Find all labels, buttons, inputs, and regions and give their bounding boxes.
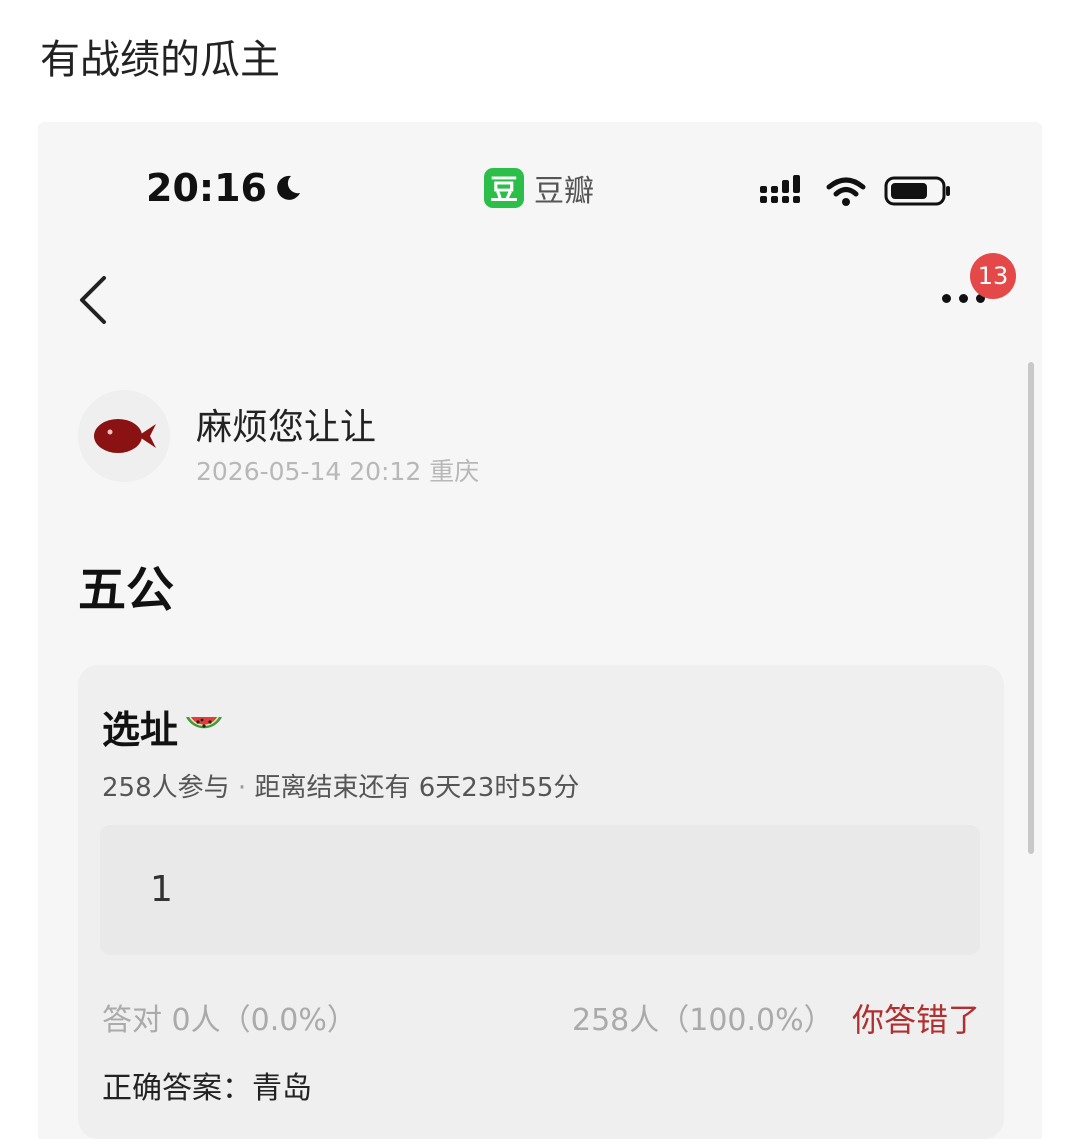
meta-separator: · [237, 773, 247, 803]
scrollbar[interactable] [1028, 362, 1034, 854]
battery-icon [884, 176, 950, 206]
quiz-card: 选址 258人参与 · 距离结束还有 6天23时55分 1 答对 0人（0.0%… [78, 665, 1004, 1139]
wifi-icon [826, 177, 866, 206]
app-badge: 豆 豆瓣 [484, 166, 594, 210]
author-name[interactable]: 麻烦您让让 [196, 398, 376, 450]
correct-stat: 答对 0人（0.0%） [102, 1003, 357, 1038]
quiz-title-text: 选址 [102, 708, 179, 752]
quiz-meta: 258人参与 · 距离结束还有 6天23时55分 [102, 767, 579, 804]
caption: 有战绩的瓜主 [40, 37, 280, 83]
notification-badge[interactable]: 13 [970, 253, 1016, 299]
more-icon[interactable] [942, 294, 985, 303]
phone-screen: 20:16 豆 豆瓣 13 麻烦您让让 2026-05-14 20:12 重庆 … [38, 122, 1042, 1139]
wrong-stat: 258人（100.0%） [572, 1003, 834, 1038]
status-icons [758, 174, 952, 208]
correct-answer: 正确答案：青岛 [102, 1071, 312, 1106]
result-label: 你答错了 [852, 1001, 981, 1039]
option-text: 1 [150, 869, 173, 910]
time-text: 20:16 [146, 166, 267, 210]
moon-icon [277, 175, 300, 200]
post-title: 五公 [78, 562, 175, 618]
quiz-option[interactable]: 1 [100, 825, 980, 955]
fish-avatar-icon [94, 419, 156, 453]
avatar[interactable] [78, 390, 170, 482]
watermelon-icon [186, 716, 223, 728]
status-time: 20:16 [146, 166, 303, 210]
post-meta: 2026-05-14 20:12 重庆 [196, 457, 480, 486]
participant-count: 258人参与 [102, 773, 230, 803]
douban-logo-icon: 豆 [484, 168, 524, 208]
signal-icon [760, 175, 800, 203]
quiz-title: 选址 [102, 699, 226, 754]
back-icon[interactable] [74, 272, 114, 328]
app-name: 豆瓣 [534, 174, 594, 209]
time-remaining: 距离结束还有 6天23时55分 [254, 773, 580, 803]
